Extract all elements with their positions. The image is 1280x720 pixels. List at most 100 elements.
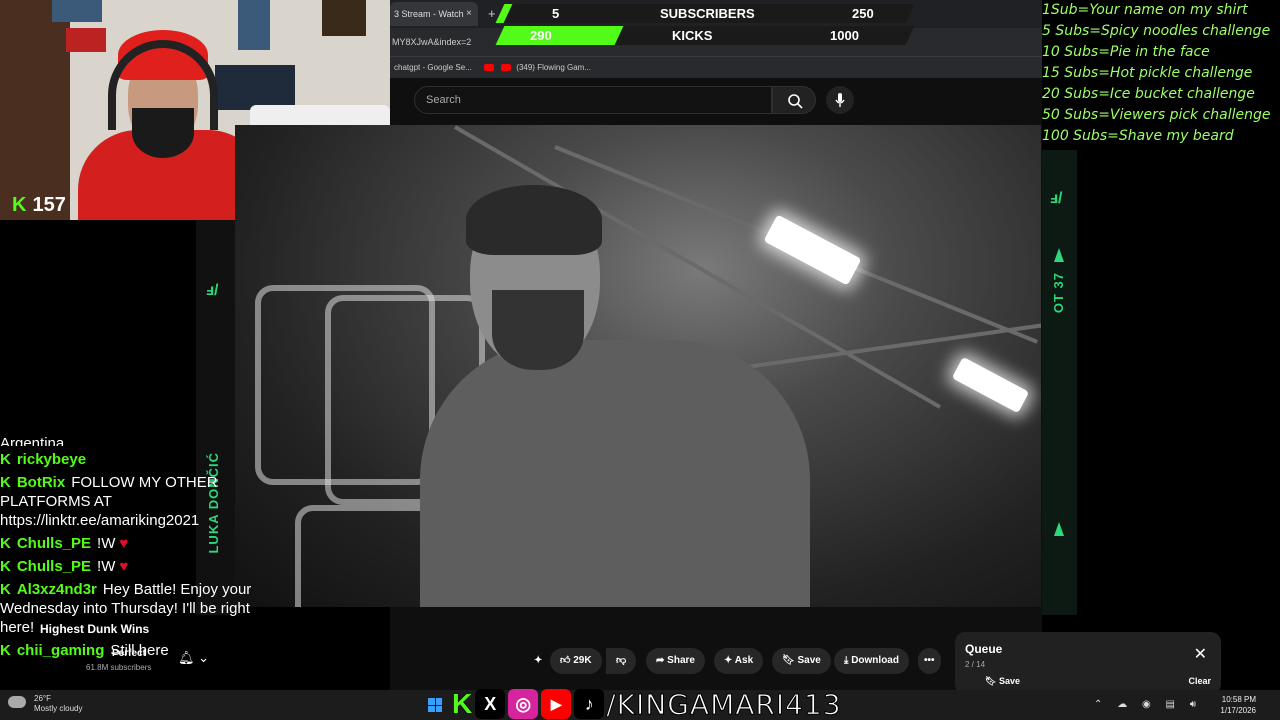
- chat-username: chii_gaming: [16, 642, 105, 659]
- sub-goal-item: 10 Subs=Pie in the face: [1042, 44, 1210, 60]
- video-player[interactable]: [235, 125, 1041, 607]
- like-count: 29K: [573, 655, 592, 666]
- youtube-icon: [501, 64, 512, 72]
- chat-username: rickybeye: [16, 451, 87, 468]
- chat-username: Chulls_PE: [16, 558, 92, 575]
- tab-stream[interactable]: 3 Stream - Watch ×: [390, 2, 478, 26]
- chat-message: K Al3xz4nd3r Hey Battle! Enjoy your Wednes…: [0, 580, 270, 637]
- poster: [322, 0, 366, 36]
- youtube-icon: [484, 64, 495, 72]
- queue-count: 2 / 14: [965, 660, 986, 669]
- kick-logo-icon: K: [0, 451, 11, 468]
- dresser: [0, 0, 70, 220]
- queue-save-label: Save: [998, 676, 1020, 686]
- chat-message: K BotRix FOLLOW MY OTHER PLATFORMS AT http…: [0, 473, 270, 530]
- url-text: MY8XJwA&index=2: [392, 37, 472, 47]
- chat-text: !W: [97, 558, 116, 575]
- kick-logo-icon: K: [12, 194, 27, 216]
- close-queue-icon[interactable]: ✕: [1194, 644, 1207, 664]
- chat-text: Argentina: [0, 435, 65, 446]
- social-banner: K X ◎ ▶ ♪ /KINGAMARI413: [452, 687, 842, 720]
- viewer-count-badge: K 157: [12, 194, 66, 217]
- arrow-up-icon: [1054, 522, 1064, 536]
- kick-logo-icon: K: [0, 642, 11, 659]
- channel-subscriber-count: 61.8M subscribers: [86, 663, 152, 672]
- player-body: [420, 340, 810, 607]
- sparkle-icon: ✦: [724, 655, 735, 666]
- poster: [52, 0, 102, 22]
- more-actions-button[interactable]: •••: [918, 648, 941, 674]
- chat-overlay: Argentina Krickybeye K BotRix FOLLOW MY OT…: [0, 435, 270, 664]
- system-tray[interactable]: ⌃ ☁ ◉ ▤ 🔊︎: [1094, 699, 1202, 710]
- youtube-header: Search: [390, 78, 1042, 122]
- chat-username: Al3xz4nd3r: [16, 581, 97, 598]
- poster: [238, 0, 270, 50]
- queue-clear-button[interactable]: Clear: [1188, 676, 1211, 686]
- temperature: 26°F: [34, 694, 51, 703]
- ask-button[interactable]: ✦ Ask: [714, 648, 764, 674]
- youtube-icon: ▶: [541, 689, 572, 719]
- download-label: Download: [851, 655, 899, 666]
- chat-message: K Chulls_PE !W ♥: [0, 534, 270, 553]
- bookmark-icon: 🔖︎: [985, 676, 999, 686]
- kicks-current: 290: [530, 28, 552, 43]
- share-button[interactable]: ➦ Share: [646, 648, 705, 674]
- heart-icon: ♥: [119, 535, 129, 552]
- clock[interactable]: 10:58 PM 1/17/2026: [1220, 694, 1256, 716]
- weather-widget[interactable]: 26°F Mostly cloudy: [34, 694, 82, 714]
- kick-logo-icon: K: [0, 581, 11, 598]
- subscribers-label: SUBSCRIBERS: [660, 6, 755, 21]
- chat-username: BotRix: [16, 474, 66, 491]
- sub-goal-item: 50 Subs=Viewers pick challenge: [1042, 107, 1271, 123]
- bookmark-chatgpt[interactable]: chatgpt - Google Se...: [394, 63, 472, 72]
- bookmark-flowing-games[interactable]: (349) Flowing Gam...: [516, 63, 591, 72]
- close-tab-icon[interactable]: ×: [466, 2, 472, 26]
- dislike-button[interactable]: 👎︎: [606, 648, 637, 674]
- sub-goal-item: 15 Subs=Hot pickle challenge: [1042, 65, 1253, 81]
- tab-title: 3 Stream - Watch: [394, 9, 464, 19]
- share-label: Share: [667, 655, 695, 666]
- ceiling-light: [763, 214, 862, 286]
- chat-username: Chulls_PE: [16, 535, 92, 552]
- weather-condition: Mostly cloudy: [34, 704, 83, 713]
- stream-goal-overlay: 5 SUBSCRIBERS 250 290 KICKS 1000: [495, 4, 915, 45]
- voice-search-button[interactable]: [826, 86, 854, 114]
- player-hair: [466, 185, 602, 255]
- overlay-code-vertical: OT 37: [1051, 272, 1066, 314]
- social-handle: /KINGAMARI413: [606, 687, 842, 720]
- flag-poster: [66, 28, 106, 52]
- overlay-logo-icon: ⅎ/: [206, 282, 219, 299]
- search-input[interactable]: Search: [414, 86, 772, 114]
- chat-message: Krickybeye: [0, 450, 270, 469]
- save-button[interactable]: 🔖︎ Save: [772, 648, 831, 674]
- mic-icon: [835, 93, 845, 107]
- search-icon: [788, 94, 803, 109]
- search-button[interactable]: [772, 86, 816, 114]
- kicks-goal-bar: 290 KICKS 1000: [495, 26, 915, 45]
- queue-title: Queue: [965, 642, 1003, 656]
- subscribers-goal-bar: 5 SUBSCRIBERS 250: [495, 4, 915, 23]
- ai-summary-icon[interactable]: ✦: [530, 648, 546, 674]
- share-icon: ➦: [656, 655, 668, 666]
- sub-goals-list: 1Sub=Your name on my shirt 5 Subs=Spicy …: [1042, 0, 1280, 147]
- bookmark-icon: 🔖︎: [782, 655, 798, 666]
- tiktok-icon: ♪: [574, 689, 605, 719]
- save-label: Save: [797, 655, 821, 666]
- chat-message: Argentina: [0, 434, 270, 446]
- queue-save-button[interactable]: 🔖︎ Save: [985, 676, 1020, 687]
- like-button[interactable]: 👍︎ 29K: [550, 648, 602, 674]
- chat-message: K Chulls_PE !W ♥: [0, 557, 270, 576]
- bookmarks-bar: chatgpt - Google Se... (349) Flowing Gam…: [390, 56, 1042, 78]
- video-frame-right: ⅎ/ OT 37: [1042, 150, 1077, 615]
- thumbs-up-icon: 👍︎: [560, 655, 574, 666]
- download-button[interactable]: ⤓ Download: [834, 648, 909, 674]
- overlay-logo-icon: ⅎ/: [1050, 190, 1063, 207]
- clock-date: 1/17/2026: [1220, 706, 1256, 715]
- sub-goal-item: 20 Subs=Ice bucket challenge: [1042, 86, 1255, 102]
- sub-goal-item: 5 Subs=Spicy noodles challenge: [1042, 23, 1271, 39]
- start-button[interactable]: [428, 698, 442, 712]
- heart-icon: ♥: [119, 558, 129, 575]
- subscribers-current: 5: [552, 6, 560, 21]
- kicks-goal-fill: [495, 26, 624, 45]
- clock-time: 10:58 PM: [1221, 695, 1256, 704]
